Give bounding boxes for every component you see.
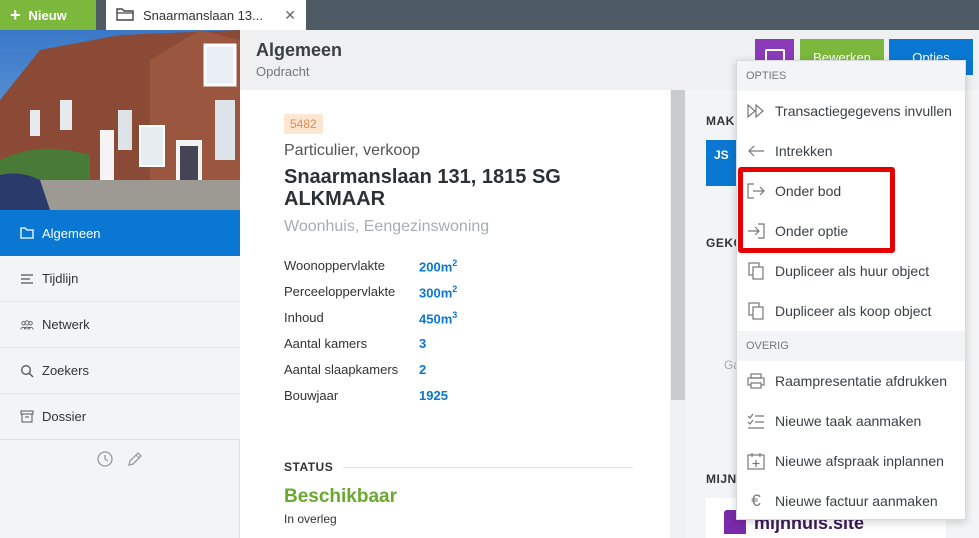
page-title: Algemeen [256,40,343,60]
copy-icon [747,262,765,280]
new-button-label: Nieuw [28,7,67,23]
sidebar-item-tijdlijn[interactable]: Tijdlijn [0,256,240,302]
sidebar: Algemeen Tijdlijn Netwerk Zoekers Dossie… [0,30,248,538]
property-id-badge: 5482 [284,114,323,134]
euro-icon: € [751,491,761,510]
print-icon [747,372,765,390]
status-subtext: In overleg [284,512,337,526]
spec-row: Bouwjaar 1925 [284,388,457,414]
spec-label: Perceeloppervlakte [284,284,396,299]
plus-icon: + [10,5,21,25]
sidebar-nav: Algemeen Tijdlijn Netwerk Zoekers Dossie… [0,210,248,440]
spec-value: 300m2 [419,284,458,301]
archive-icon [20,410,34,424]
menu-item-intrekken[interactable]: Intrekken [737,131,965,171]
status-value: Beschikbaar [284,486,398,507]
spec-value: 450m3 [419,310,458,327]
menu-item-nieuwe-afspraak[interactable]: Nieuwe afspraak inplannen [737,441,965,481]
copy-icon [747,302,765,320]
menu-section-header: OVERIG [737,331,965,361]
clock-icon[interactable] [96,450,114,473]
options-menu: OPTIES Transactiegegevens invullen Intre… [736,60,966,520]
sidebar-item-label: Algemeen [42,225,101,241]
new-button[interactable]: + Nieuw [0,0,96,30]
spec-value: 1925 [419,388,448,403]
menu-item-label: Nieuwe factuur aanmaken [775,493,938,509]
menu-item-dupliceer-koop[interactable]: Dupliceer als koop object [737,291,965,331]
menu-item-nieuwe-taak[interactable]: Nieuwe taak aanmaken [737,401,965,441]
calendar-plus-icon [747,452,765,470]
spec-label: Aantal kamers [284,336,368,351]
spec-row: Woonoppervlakte 200m2 [284,258,457,284]
sidebar-item-label: Tijdlijn [42,271,79,286]
menu-item-label: Dupliceer als koop object [775,303,932,319]
property-category: Particulier, verkoop [284,142,421,159]
pencil-icon[interactable] [126,450,144,473]
search-icon [20,364,34,378]
menu-item-dupliceer-huur[interactable]: Dupliceer als huur object [737,251,965,291]
folder-icon [20,226,34,240]
menu-item-label: Intrekken [775,143,833,159]
sidebar-item-label: Dossier [42,409,87,424]
tab-title: Snaarmanslaan 13... [143,7,263,23]
spec-value: 3 [419,336,427,351]
section-label: MAK [706,114,735,128]
property-photo [0,30,240,210]
menu-item-raampresentatie[interactable]: Raampresentatie afdrukken [737,361,965,401]
section-label: MIJN [706,472,737,486]
spec-row: Perceeloppervlakte 300m2 [284,284,457,310]
spec-value: 200m2 [419,258,458,275]
menu-item-label: Raampresentatie afdrukken [775,373,947,389]
sidebar-item-label: Zoekers [42,363,89,378]
spec-label: Aantal slaapkamers [284,362,399,377]
tab-property[interactable]: Snaarmanslaan 13... ✕ [106,0,306,30]
fast-forward-icon [747,102,765,120]
property-address: Snaarmanslaan 131, 1815 SG ALKMAAR [284,166,561,210]
menu-section-header: OPTIES [737,61,965,91]
spec-label: Inhoud [284,310,324,325]
sidebar-tools [0,450,240,473]
sidebar-item-algemeen[interactable]: Algemeen [0,210,248,256]
spec-value: 2 [419,362,427,377]
property-type: Woonhuis, Eengezinswoning [284,218,490,235]
status-heading: STATUS [284,460,634,474]
menu-item-nieuwe-factuur[interactable]: € Nieuwe factuur aanmaken [737,481,965,521]
sidebar-item-netwerk[interactable]: Netwerk [0,302,240,348]
spec-row: Aantal slaapkamers 2 [284,362,457,388]
spec-row: Aantal kamers 3 [284,336,457,362]
sidebar-item-dossier[interactable]: Dossier [0,394,240,440]
menu-item-label: Nieuwe taak aanmaken [775,413,922,429]
menu-item-label: Transactiegegevens invullen [775,103,952,119]
menu-item-label: Dupliceer als huur object [775,263,930,279]
people-icon [20,318,34,332]
spec-label: Woonoppervlakte [284,258,385,273]
menu-item-label: Nieuwe afspraak inplannen [775,453,944,469]
sidebar-item-label: Netwerk [42,317,90,332]
menu-item-transactiegegevens[interactable]: Transactiegegevens invullen [737,91,965,131]
highlight-box [738,167,895,253]
property-specs: Woonoppervlakte 200m2 Perceeloppervlakte… [284,258,457,414]
top-bar: + Nieuw Snaarmanslaan 13... ✕ [0,0,979,30]
spec-row: Inhoud 450m3 [284,310,457,336]
checklist-icon [747,412,765,430]
scrollbar-thumb[interactable] [671,90,685,400]
page-subtitle: Opdracht [256,64,310,79]
arrow-left-icon [747,142,765,160]
spec-label: Bouwjaar [284,388,339,403]
page-header: Algemeen Opdracht [256,40,342,79]
property-card: 5482 Particulier, verkoop Snaarmanslaan … [240,90,670,538]
folder-icon [116,7,134,24]
sidebar-item-zoekers[interactable]: Zoekers [0,348,240,394]
close-icon[interactable]: ✕ [284,7,296,24]
list-icon [20,272,34,286]
